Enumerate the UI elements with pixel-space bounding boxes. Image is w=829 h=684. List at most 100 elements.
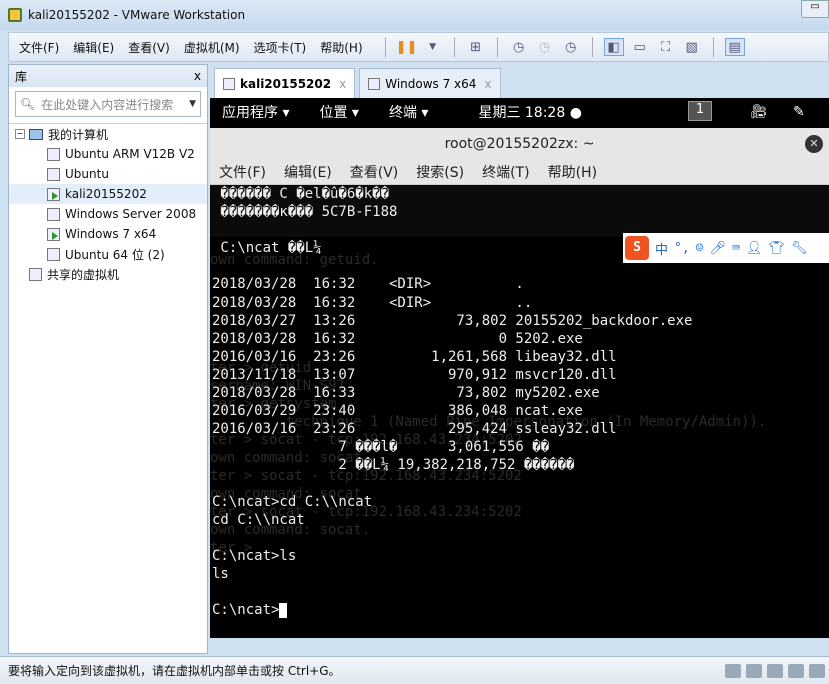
pen-icon[interactable]: ✎: [793, 104, 805, 120]
terminal-line: 2 ��L¼ 19,382,218,752 ������: [212, 457, 575, 474]
terminal-line: 2016/03/16 23:26 295,424 ssleay32.dll: [212, 421, 617, 438]
sound-icon: [809, 663, 825, 678]
terminal-line: �������к��� 5C7B-F188: [212, 204, 398, 221]
library-panel: 库 x 🔍︎ 在此处键入内容进行搜索 ▼ − 我的计算机 Ubuntu ARM V1…: [8, 64, 208, 654]
gnome-top-bar: 应用程序 ▾ 位置 ▾ 终端 ▾ 星期三 18:28 ● 1 🎥︎ ✎: [210, 98, 829, 125]
status-text: 要将输入定向到该虚拟机，请在虚拟机内部单击或按 Ctrl+G。: [8, 664, 341, 678]
terminal-app-menu[interactable]: 终端 ▾: [389, 102, 428, 122]
emoji-icon: ☺: [695, 240, 704, 256]
tree-vm[interactable]: Windows Server 2008: [9, 204, 207, 224]
show-library-icon[interactable]: ◧: [603, 38, 624, 56]
vm-tree: − 我的计算机 Ubuntu ARM V12B V2 Ubuntu kali201…: [9, 123, 207, 284]
terminal-line: 2018/03/27 13:26 73,802 20155202_backdoo…: [212, 312, 693, 329]
restore-snapshot-icon[interactable]: ◷: [535, 38, 555, 56]
library-title: 库: [15, 69, 28, 84]
terminal-line: cd C:\\ncat: [212, 511, 305, 528]
menu-tabs[interactable]: 选项卡(T): [254, 39, 307, 56]
term-menu-terminal[interactable]: 终端(T): [482, 162, 529, 182]
user-icon: 👤︎: [745, 240, 763, 256]
library-search-input[interactable]: 🔍︎ 在此处键入内容进行搜索 ▼: [15, 91, 201, 117]
ime-mode: 中: [655, 242, 669, 258]
shared-vm-icon: [29, 267, 42, 281]
term-menu-help[interactable]: 帮助(H): [548, 162, 597, 182]
settings-wrench-icon: 🔧︎: [790, 240, 808, 256]
vm-display[interactable]: 应用程序 ▾ 位置 ▾ 终端 ▾ 星期三 18:28 ● 1 🎥︎ ✎ root…: [210, 98, 829, 638]
dropdown-icon[interactable]: ▼: [423, 38, 443, 56]
tree-my-computer[interactable]: − 我的计算机: [9, 124, 207, 144]
console-view-icon[interactable]: ▤: [724, 38, 745, 56]
tab-windows7[interactable]: Windows 7 x64 x: [359, 68, 501, 98]
vm-icon: [47, 247, 60, 261]
vm-icon: [47, 167, 60, 181]
menu-vm[interactable]: 虚拟机(M): [184, 39, 240, 56]
sogou-logo: S: [625, 236, 649, 260]
fullscreen-icon[interactable]: ⛶: [656, 38, 676, 56]
unity-icon[interactable]: ▧: [682, 38, 702, 56]
camera-icon[interactable]: 🎥︎: [750, 104, 768, 120]
terminal-line: 2016/03/29 23:40 386,048 ncat.exe: [212, 403, 583, 420]
tree-shared-vms[interactable]: 共享的虚拟机: [9, 264, 207, 284]
vm-tab-icon: [223, 77, 235, 90]
vm-running-icon: [47, 227, 60, 241]
term-menu-view[interactable]: 查看(V): [350, 162, 399, 182]
terminal-line: C:\ncat>: [212, 601, 692, 619]
tree-vm-selected[interactable]: kali20155202: [9, 184, 207, 204]
tree-vm[interactable]: Ubuntu: [9, 164, 207, 184]
close-tab-icon[interactable]: x: [484, 77, 491, 91]
window-title: kali20155202 - VMware Workstation: [28, 8, 246, 22]
term-menu-search[interactable]: 搜索(S): [416, 162, 464, 182]
terminal-line: C:\ncat>cd C:\\ncat: [212, 493, 373, 510]
close-tab-icon[interactable]: x: [339, 77, 346, 91]
terminal-line: 2018/03/28 16:32 <DIR> ..: [212, 294, 533, 311]
terminal-line: ls: [212, 565, 229, 582]
terminal-menu-bar: 文件(F) 编辑(E) 查看(V) 搜索(S) 终端(T) 帮助(H): [210, 160, 829, 185]
vm-running-icon: [47, 187, 60, 201]
clock[interactable]: 星期三 18:28 ●: [478, 102, 581, 122]
terminal-line: ������ C �el�û�6�k��: [212, 186, 390, 202]
menu-help[interactable]: 帮助(H): [320, 39, 362, 56]
menu-file[interactable]: 文件(F): [19, 39, 59, 56]
term-menu-file[interactable]: 文件(F): [219, 162, 266, 182]
collapse-icon: −: [15, 129, 25, 139]
status-bar: 要将输入定向到该虚拟机，请在虚拟机内部单击或按 Ctrl+G。: [0, 656, 829, 684]
send-keys-icon[interactable]: ⊞: [466, 38, 486, 56]
tree-vm[interactable]: Ubuntu 64 位 (2): [9, 244, 207, 264]
menu-bar: 文件(F) 编辑(E) 查看(V) 虚拟机(M) 选项卡(T) 帮助(H) ❚❚…: [8, 32, 829, 62]
ime-punct: °,: [674, 240, 690, 256]
thumbnail-icon[interactable]: ▭: [630, 38, 650, 56]
vm-icon: [47, 207, 60, 221]
mic-icon: 🎤︎: [709, 240, 727, 256]
terminal-line: 2018/03/28 16:32 0 5202.exe: [212, 330, 583, 347]
places-menu[interactable]: 位置 ▾: [319, 102, 358, 122]
snapshot-icon[interactable]: ◷: [509, 38, 529, 56]
tree-vm[interactable]: Ubuntu ARM V12B V2: [9, 144, 207, 164]
minimize-button[interactable]: ▭: [801, 0, 829, 18]
terminal-line: C:\ncat>ls: [212, 547, 297, 564]
search-dropdown-icon[interactable]: ▼: [189, 99, 196, 109]
terminal-line: 2016/03/16 23:26 1,261,568 libeay32.dll: [212, 348, 617, 365]
menu-view[interactable]: 查看(V): [128, 39, 170, 56]
hdd-icon: [725, 663, 741, 678]
vm-tabs: kali20155202 x Windows 7 x64 x: [210, 66, 829, 98]
term-menu-edit[interactable]: 编辑(E): [284, 162, 332, 182]
menu-edit[interactable]: 编辑(E): [73, 39, 114, 56]
applications-menu[interactable]: 应用程序 ▾: [222, 102, 289, 122]
terminal-lines: ������ C �el�û�6�k�� �������к��� 5C7B-F1…: [212, 185, 692, 619]
terminal-line: C:\ncat ��L¼: [212, 240, 322, 257]
tab-kali[interactable]: kali20155202 x: [214, 68, 356, 98]
network-icon: [767, 663, 783, 678]
tree-vm[interactable]: Windows 7 x64: [9, 224, 207, 244]
keyboard-icon: ⌨: [732, 240, 740, 256]
workspace-indicator[interactable]: 1: [688, 101, 712, 121]
library-close-button[interactable]: x: [194, 69, 201, 83]
terminal-close-button[interactable]: ✕: [805, 135, 823, 153]
ime-toolbar[interactable]: S 中 °, ☺ 🎤︎ ⌨ 👤︎ 👕︎ 🔧︎: [623, 233, 829, 263]
manage-snapshots-icon[interactable]: ◷: [561, 38, 581, 56]
pause-icon[interactable]: ❚❚: [396, 38, 418, 56]
terminal-output[interactable]: own command: getuid. ter > getuid sernam…: [210, 185, 829, 638]
